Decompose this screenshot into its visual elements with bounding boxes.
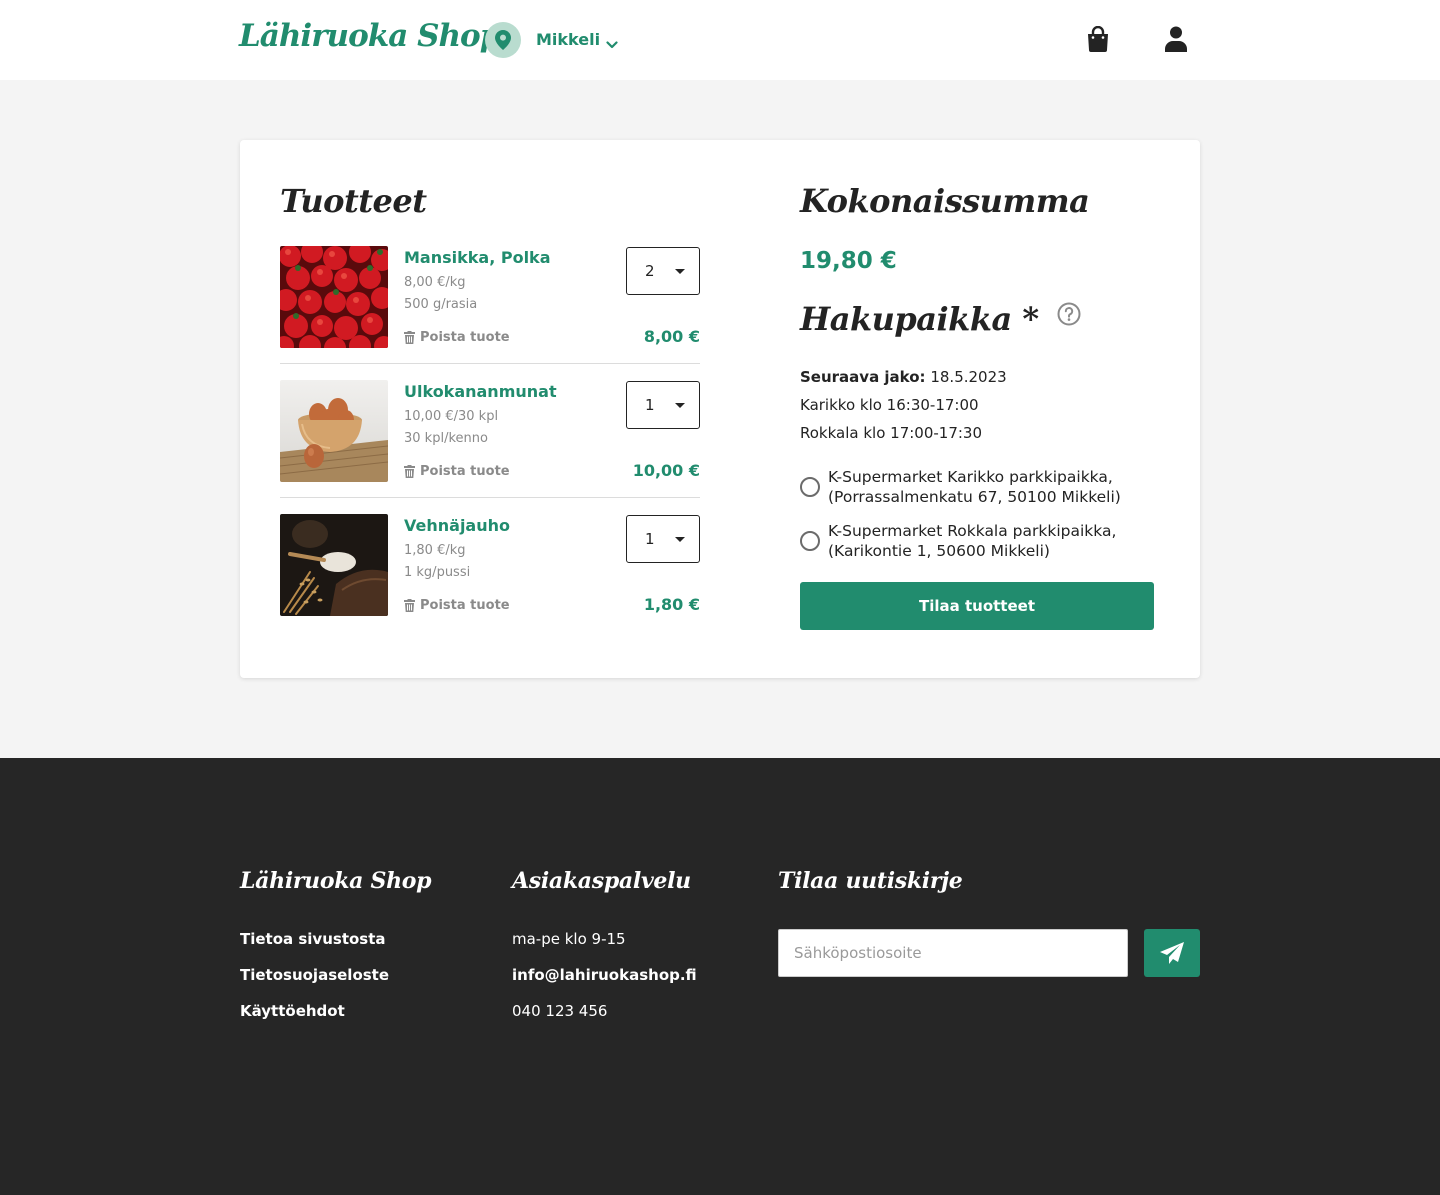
site-logo[interactable]: Lähiruoka Shop	[239, 18, 501, 54]
footer-support-heading: Asiakaspalvelu	[512, 868, 691, 894]
caret-down-icon	[675, 403, 685, 408]
pickup-heading: Hakupaikka *	[800, 300, 1039, 338]
products-heading: Tuotteet	[280, 182, 427, 220]
product-name[interactable]: Mansikka, Polka	[404, 248, 550, 267]
product-image-eggs[interactable]	[280, 380, 388, 482]
remove-item-label: Poista tuote	[420, 330, 510, 345]
newsletter-email-input[interactable]	[778, 929, 1128, 977]
total-amount: 19,80 €	[800, 248, 897, 274]
product-unit-price: 8,00 €/kg	[404, 275, 466, 290]
quantity-value: 2	[645, 262, 655, 280]
pickup-option-label: K-Supermarket Karikko parkkipaikka, (Por…	[828, 467, 1121, 507]
pickup-option-name: K-Supermarket Karikko parkkipaikka,	[828, 468, 1113, 486]
cart-item: Mansikka, Polka 8,00 €/kg 500 g/rasia Po…	[280, 246, 700, 348]
product-image-flour[interactable]	[280, 514, 388, 616]
remove-item-button[interactable]: Poista tuote	[404, 330, 510, 345]
newsletter-heading: Tilaa uutiskirje	[778, 868, 963, 894]
product-name[interactable]: Vehnäjauho	[404, 516, 510, 535]
caret-down-icon	[675, 537, 685, 542]
item-total-price: 8,00 €	[643, 327, 700, 346]
location-selector[interactable]: Mikkeli	[536, 30, 600, 49]
shopping-bag-icon[interactable]	[1087, 25, 1109, 56]
support-phone: 040 123 456	[512, 1002, 608, 1020]
question-circle-icon[interactable]	[1057, 302, 1081, 330]
product-unit-price: 1,80 €/kg	[404, 543, 466, 558]
trash-icon	[404, 465, 415, 478]
paper-plane-icon	[1160, 942, 1184, 964]
product-package-size: 30 kpl/kenno	[404, 431, 488, 446]
quantity-value: 1	[645, 396, 655, 414]
location-pin-icon[interactable]	[485, 22, 521, 58]
footer-link-about[interactable]: Tietoa sivustosta	[240, 930, 386, 948]
next-distribution-date: 18.5.2023	[930, 368, 1007, 386]
remove-item-label: Poista tuote	[420, 464, 510, 479]
pickup-option-name: K-Supermarket Rokkala parkkipaikka,	[828, 522, 1117, 540]
chevron-down-icon[interactable]	[606, 34, 618, 53]
quantity-select[interactable]: 1	[626, 515, 700, 563]
newsletter-submit-button[interactable]	[1144, 929, 1200, 977]
footer-link-terms[interactable]: Käyttöehdot	[240, 1002, 345, 1020]
pickup-option-karikko[interactable]: K-Supermarket Karikko parkkipaikka, (Por…	[800, 467, 1160, 507]
support-hours: ma-pe klo 9-15	[512, 930, 626, 948]
cart-item: Ulkokananmunat 10,00 €/30 kpl 30 kpl/ken…	[280, 380, 700, 482]
pickup-option-address: (Karikontie 1, 50600 Mikkeli)	[828, 542, 1050, 560]
remove-item-button[interactable]: Poista tuote	[404, 598, 510, 613]
support-email-link[interactable]: info@lahiruokashop.fi	[512, 966, 697, 984]
quantity-select[interactable]: 2	[626, 247, 700, 295]
footer-link-privacy[interactable]: Tietosuojaseloste	[240, 966, 389, 984]
trash-icon	[404, 331, 415, 344]
pickup-option-label: K-Supermarket Rokkala parkkipaikka, (Kar…	[828, 521, 1116, 561]
quantity-select[interactable]: 1	[626, 381, 700, 429]
product-package-size: 1 kg/pussi	[404, 565, 471, 580]
trash-icon	[404, 599, 415, 612]
site-header: Lähiruoka Shop Mikkeli	[0, 0, 1440, 80]
product-image-strawberries[interactable]	[280, 246, 388, 348]
item-divider	[280, 497, 700, 498]
cart-item: Vehnäjauho 1,80 €/kg 1 kg/pussi Poista t…	[280, 514, 700, 616]
item-divider	[280, 363, 700, 364]
radio-button[interactable]	[800, 477, 820, 497]
next-distribution-label: Seuraava jako:	[800, 368, 926, 386]
item-total-price: 1,80 €	[643, 595, 700, 614]
total-heading: Kokonaissumma	[800, 182, 1090, 220]
quantity-value: 1	[645, 530, 655, 548]
user-account-icon[interactable]	[1165, 26, 1187, 56]
product-package-size: 500 g/rasia	[404, 297, 478, 312]
caret-down-icon	[675, 269, 685, 274]
site-footer: Lähiruoka Shop Tietoa sivustosta Tietosu…	[0, 758, 1440, 1195]
footer-brand-heading: Lähiruoka Shop	[240, 868, 432, 894]
pickup-option-address: (Porrassalmenkatu 67, 50100 Mikkeli)	[828, 488, 1121, 506]
schedule-line: Rokkala klo 17:00-17:30	[800, 424, 983, 442]
remove-item-button[interactable]: Poista tuote	[404, 464, 510, 479]
schedule-line: Karikko klo 16:30-17:00	[800, 396, 979, 414]
radio-button[interactable]	[800, 531, 820, 551]
cart-card: Tuotteet Mansikka, Polka 8,00 €/kg 500 g…	[240, 140, 1200, 678]
remove-item-label: Poista tuote	[420, 598, 510, 613]
product-unit-price: 10,00 €/30 kpl	[404, 409, 499, 424]
order-button[interactable]: Tilaa tuotteet	[800, 582, 1154, 630]
product-name[interactable]: Ulkokananmunat	[404, 382, 557, 401]
next-distribution: Seuraava jako: 18.5.2023	[800, 368, 1007, 386]
item-total-price: 10,00 €	[632, 461, 700, 480]
pickup-option-rokkala[interactable]: K-Supermarket Rokkala parkkipaikka, (Kar…	[800, 521, 1160, 561]
